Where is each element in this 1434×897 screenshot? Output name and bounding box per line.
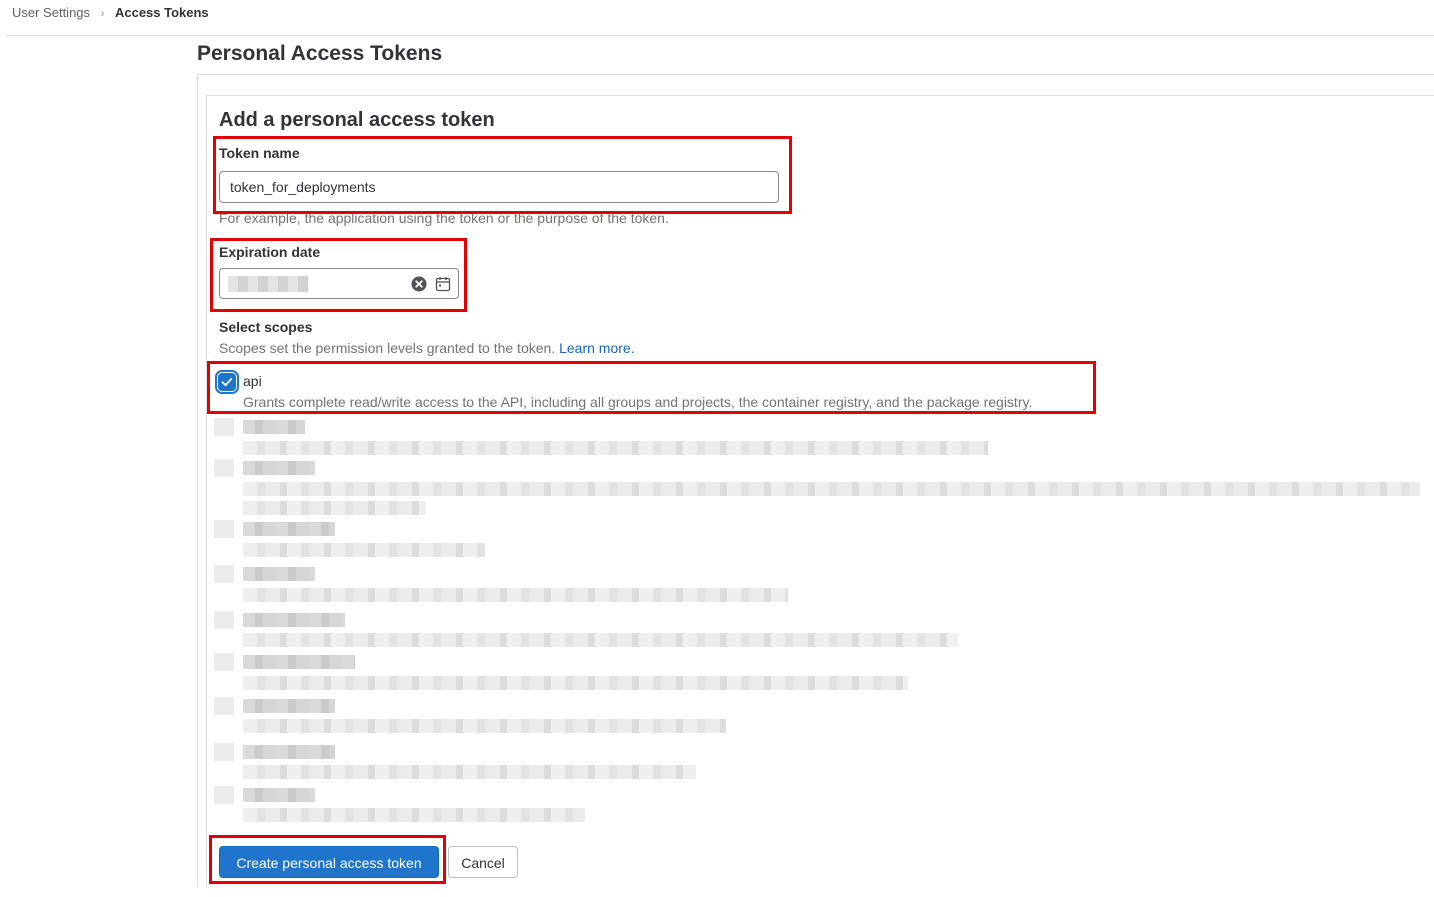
cancel-button[interactable]: Cancel (448, 846, 518, 878)
checkmark-icon (221, 377, 233, 387)
scope-api-checkbox[interactable] (218, 373, 236, 391)
obscured-scope-description (243, 719, 726, 733)
obscured-scope-description (243, 676, 908, 690)
obscured-checkbox (214, 459, 234, 477)
obscured-scope-name (243, 420, 305, 434)
obscured-checkbox (214, 743, 234, 761)
breadcrumb-access-tokens: Access Tokens (114, 5, 209, 20)
obscured-checkbox (214, 697, 234, 715)
obscured-scope-name (243, 655, 355, 669)
obscured-checkbox (214, 786, 234, 804)
scope-api-description: Grants complete read/write access to the… (243, 394, 1033, 410)
breadcrumb: User Settings › Access Tokens (6, 0, 1434, 36)
create-token-button[interactable]: Create personal access token (219, 846, 439, 878)
page-title: Personal Access Tokens (197, 42, 443, 65)
obscured-scope-description (243, 543, 485, 557)
obscured-scope-description (243, 441, 988, 455)
expiration-date-label: Expiration date (219, 244, 321, 260)
calendar-icon[interactable] (435, 276, 451, 292)
clear-circle-icon[interactable] (411, 276, 427, 292)
form-heading: Add a personal access token (219, 109, 495, 131)
learn-more-link[interactable]: Learn more. (559, 340, 634, 356)
select-scopes-label: Select scopes (219, 319, 313, 335)
obscured-checkbox (214, 611, 234, 629)
obscured-checkbox (214, 653, 234, 671)
obscured-scope-description (243, 633, 958, 647)
breadcrumb-user-settings[interactable]: User Settings (12, 5, 90, 20)
obscured-scope-name (243, 745, 335, 759)
breadcrumb-separator: › (100, 8, 105, 20)
expiration-date-input[interactable] (219, 268, 459, 299)
scopes-help: Scopes set the permission levels granted… (219, 340, 635, 356)
obscured-scope-description (243, 482, 1420, 496)
obscured-checkbox (214, 418, 234, 436)
token-name-help: For example, the application using the t… (219, 210, 669, 226)
scope-api-label[interactable]: api (243, 373, 262, 389)
obscured-checkbox (214, 520, 234, 538)
obscured-checkbox (214, 565, 234, 583)
token-name-input[interactable] (219, 171, 779, 203)
obscured-scope-description (243, 501, 426, 515)
obscured-scope-name (243, 699, 335, 713)
obscured-scope-description (243, 808, 585, 822)
obscured-scope-name (243, 461, 315, 475)
obscured-scope-description (243, 588, 788, 602)
obscured-scope-description (243, 765, 696, 779)
scopes-help-text: Scopes set the permission levels granted… (219, 340, 556, 356)
token-name-label: Token name (219, 145, 300, 161)
obscured-scope-name (243, 788, 315, 802)
obscured-scope-name (243, 613, 345, 627)
obscured-scope-name (243, 567, 315, 581)
obscured-scope-name (243, 522, 335, 536)
expiration-date-value (228, 276, 308, 292)
